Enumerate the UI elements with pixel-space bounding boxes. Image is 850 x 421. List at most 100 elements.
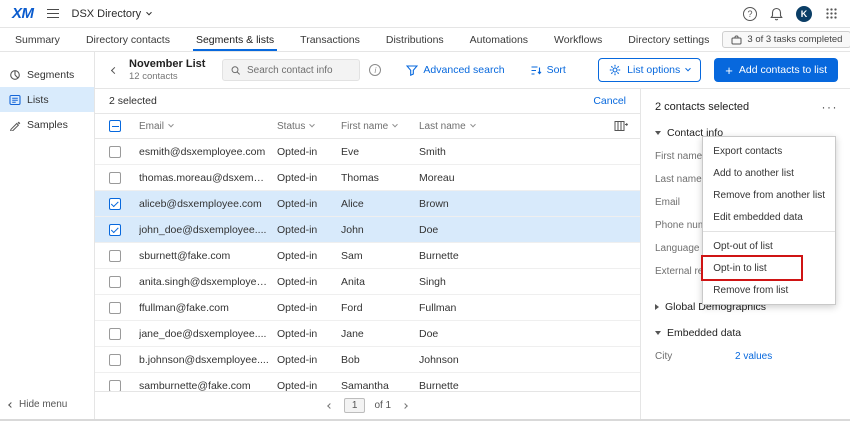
embedded-data-label-city: City xyxy=(655,351,735,362)
row-checkbox[interactable] xyxy=(109,146,121,158)
table-row[interactable]: ffullman@fake.com Opted-in Ford Fullman xyxy=(95,295,640,321)
chevron-down-icon xyxy=(685,66,691,72)
column-header-first-name[interactable]: First name xyxy=(341,121,419,132)
table-header-row: Email Status First name Last name xyxy=(95,113,640,139)
avatar[interactable]: K xyxy=(796,6,812,22)
tab-directory-settings[interactable]: Directory settings xyxy=(615,28,722,51)
cancel-selection-link[interactable]: Cancel xyxy=(593,95,626,107)
cell-first-name: Samantha xyxy=(341,380,419,392)
directory-tabbar: Summary Directory contacts Segments & li… xyxy=(0,28,850,52)
add-contacts-label: Add contacts to list xyxy=(739,64,827,76)
sidebar-item-samples[interactable]: Samples xyxy=(0,112,94,137)
current-page[interactable]: 1 xyxy=(344,398,366,413)
cell-first-name: Alice xyxy=(341,198,419,210)
cell-first-name: Anita xyxy=(341,276,419,288)
xm-logo[interactable]: XM xyxy=(12,5,34,22)
table-row[interactable]: esmith@dsxemployee.com Opted-in Eve Smit… xyxy=(95,139,640,165)
info-icon[interactable]: i xyxy=(369,64,381,76)
tab-summary[interactable]: Summary xyxy=(2,28,73,51)
table-row[interactable]: b.johnson@dsxemployee.... Opted-in Bob J… xyxy=(95,347,640,373)
section-embedded-data[interactable]: Embedded data xyxy=(655,327,838,339)
cell-email: sburnett@fake.com xyxy=(139,250,277,262)
directory-name: DSX Directory xyxy=(72,8,142,20)
cell-last-name: Fullman xyxy=(419,302,529,314)
column-header-last-name[interactable]: Last name xyxy=(419,121,529,132)
pagination-bar: 1 of 1 xyxy=(95,391,640,419)
row-checkbox[interactable] xyxy=(109,354,121,366)
gear-icon xyxy=(609,64,621,76)
menu-item-edit-embedded-data[interactable]: Edit embedded data xyxy=(703,206,835,228)
selected-count-label: 2 selected xyxy=(109,95,157,107)
chevron-down-icon xyxy=(168,122,174,128)
row-checkbox[interactable] xyxy=(109,276,121,288)
select-all-checkbox[interactable] xyxy=(109,120,121,132)
list-toolbar: November List 12 contacts i Advanced sea… xyxy=(95,52,850,88)
cell-email: thomas.moreau@dsxempl... xyxy=(139,172,277,184)
search-input[interactable] xyxy=(247,65,351,76)
row-checkbox[interactable] xyxy=(109,250,121,262)
row-checkbox[interactable] xyxy=(109,380,121,392)
notifications-bell-icon[interactable] xyxy=(770,7,783,21)
add-contacts-to-list-button[interactable]: + Add contacts to list xyxy=(714,58,838,82)
menu-item-remove-from-list[interactable]: Remove from list xyxy=(703,279,835,301)
table-body: esmith@dsxemployee.com Opted-in Eve Smit… xyxy=(95,139,640,391)
table-row[interactable]: sburnett@fake.com Opted-in Sam Burnette xyxy=(95,243,640,269)
cell-status: Opted-in xyxy=(277,354,341,366)
tasks-progress-badge[interactable]: 3 of 3 tasks completed xyxy=(722,31,850,48)
menu-item-remove-from-another-list[interactable]: Remove from another list xyxy=(703,184,835,206)
cell-last-name: Brown xyxy=(419,198,529,210)
list-options-button[interactable]: List options xyxy=(598,58,701,82)
row-checkbox[interactable] xyxy=(109,224,121,236)
column-picker-icon[interactable] xyxy=(614,120,628,132)
column-header-email[interactable]: Email xyxy=(139,121,277,132)
back-button[interactable] xyxy=(109,61,120,79)
row-checkbox[interactable] xyxy=(109,328,121,340)
advanced-search-button[interactable]: Advanced search xyxy=(406,64,504,76)
search-box[interactable] xyxy=(222,59,360,81)
cell-status: Opted-in xyxy=(277,276,341,288)
menu-divider xyxy=(703,231,835,232)
table-row[interactable]: anita.singh@dsxemployee... Opted-in Anit… xyxy=(95,269,640,295)
column-header-status[interactable]: Status xyxy=(277,121,341,132)
previous-page-icon[interactable] xyxy=(325,397,335,414)
tab-transactions[interactable]: Transactions xyxy=(287,28,373,51)
row-checkbox[interactable] xyxy=(109,302,121,314)
table-row[interactable]: john_doe@dsxemployee.... Opted-in John D… xyxy=(95,217,640,243)
chevron-collapsed-icon xyxy=(655,304,659,310)
menu-item-add-to-another-list[interactable]: Add to another list xyxy=(703,162,835,184)
row-checkbox[interactable] xyxy=(109,198,121,210)
more-options-icon[interactable]: ··· xyxy=(822,101,839,113)
samples-icon xyxy=(9,119,21,131)
menu-item-opt-in-to-list[interactable]: Opt-in to list xyxy=(703,257,835,279)
page-of-label: of 1 xyxy=(374,400,391,411)
table-row[interactable]: samburnette@fake.com Opted-in Samantha B… xyxy=(95,373,640,391)
tab-automations[interactable]: Automations xyxy=(457,28,541,51)
cell-email: b.johnson@dsxemployee.... xyxy=(139,354,277,366)
row-checkbox[interactable] xyxy=(109,172,121,184)
hamburger-menu-icon[interactable] xyxy=(45,7,61,21)
table-row[interactable]: thomas.moreau@dsxempl... Opted-in Thomas… xyxy=(95,165,640,191)
cell-last-name: Burnette xyxy=(419,380,529,392)
menu-item-opt-out-of-list[interactable]: Opt-out of list xyxy=(703,235,835,257)
hide-menu-button[interactable]: Hide menu xyxy=(0,393,94,419)
next-page-icon[interactable] xyxy=(400,397,410,414)
app-grid-icon[interactable] xyxy=(825,7,838,20)
city-values-link[interactable]: 2 values xyxy=(735,351,772,362)
tab-segments-and-lists[interactable]: Segments & lists xyxy=(183,28,287,51)
sidebar-item-segments[interactable]: Segments xyxy=(0,62,94,87)
cell-status: Opted-in xyxy=(277,328,341,340)
cell-email: ffullman@fake.com xyxy=(139,302,277,314)
tab-workflows[interactable]: Workflows xyxy=(541,28,615,51)
cell-email: samburnette@fake.com xyxy=(139,380,277,392)
table-row[interactable]: jane_doe@dsxemployee.... Opted-in Jane D… xyxy=(95,321,640,347)
help-icon[interactable]: ? xyxy=(743,7,757,21)
sidebar-item-lists[interactable]: Lists xyxy=(0,87,94,112)
directory-switcher[interactable]: DSX Directory xyxy=(72,8,152,20)
menu-item-export-contacts[interactable]: Export contacts xyxy=(703,140,835,162)
cell-email: esmith@dsxemployee.com xyxy=(139,146,277,158)
tab-directory-contacts[interactable]: Directory contacts xyxy=(73,28,183,51)
sort-button[interactable]: Sort xyxy=(530,64,566,76)
tab-distributions[interactable]: Distributions xyxy=(373,28,457,51)
table-row[interactable]: aliceb@dsxemployee.com Opted-in Alice Br… xyxy=(95,191,640,217)
cell-status: Opted-in xyxy=(277,250,341,262)
